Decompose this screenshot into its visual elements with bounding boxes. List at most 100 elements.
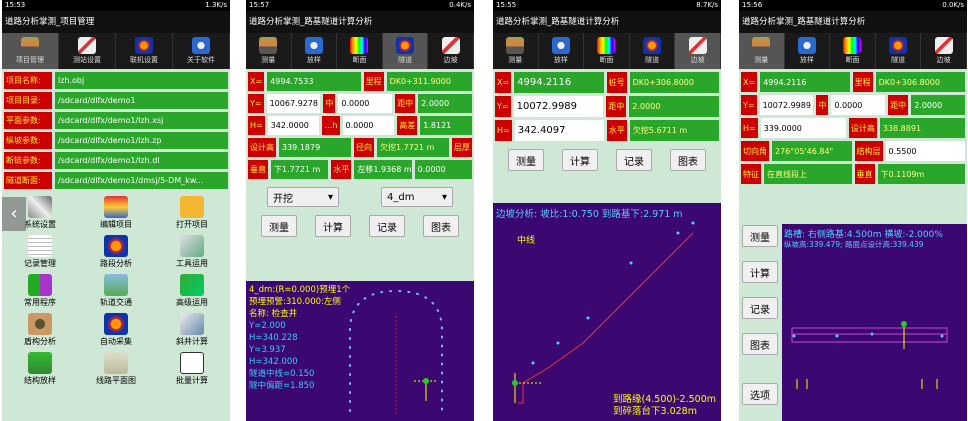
tab-slope[interactable]: 边坡 xyxy=(428,33,474,69)
x-field[interactable]: 4994.2116 xyxy=(760,72,850,92)
tab-tunnel[interactable]: 隧道 xyxy=(876,33,922,69)
tab-section[interactable]: 断面 xyxy=(830,33,876,69)
chain-param-field[interactable]: /sdcard/dlfx/demo1/lzh.dl xyxy=(55,152,228,169)
title-bar: 道路分析掌测_路基隧道计算分析 xyxy=(493,11,721,33)
grid-item[interactable]: 工具运用 xyxy=(154,235,230,269)
y-field[interactable]: 10072.9989 xyxy=(759,95,814,115)
grid-item[interactable]: 自动采集 xyxy=(78,313,154,347)
slope-param-field[interactable]: /sdcard/dlfx/demo1/lzh.zp xyxy=(55,132,228,149)
section-icon xyxy=(350,37,369,54)
title-bar: 道路分析掌测_路基隧道计算分析 xyxy=(246,11,474,33)
horizontal-field[interactable]: 欠挖5.6711 m xyxy=(629,120,719,141)
grid-item[interactable]: 编辑项目 xyxy=(78,196,154,230)
tab-connect[interactable]: 联机设置 xyxy=(116,33,173,69)
tunnel-section-field[interactable]: /sdcard/dlfx/demo1/dmsj/5-DM_kw... xyxy=(55,172,228,189)
vertical-field[interactable]: 下0.1109m xyxy=(877,164,965,184)
dm-select[interactable]: 4_dm ▾ xyxy=(381,187,453,207)
grid-item[interactable]: 记录管理 xyxy=(2,235,78,269)
tangent-field[interactable]: 276°05'46.84" xyxy=(772,141,852,161)
tab-slope[interactable]: 边坡 xyxy=(675,33,721,69)
status-bar: 15:53 1.3K/s xyxy=(2,0,230,11)
tab-about[interactable]: 关于软件 xyxy=(173,33,230,69)
tab-measure[interactable]: 测量 xyxy=(739,33,785,69)
tab-section[interactable]: 断面 xyxy=(337,33,383,69)
record-button[interactable]: 记录 xyxy=(616,149,652,171)
record-button[interactable]: 记录 xyxy=(742,297,778,319)
label: 设计高 xyxy=(848,118,877,138)
design-h-field[interactable]: 339.1879 xyxy=(279,138,351,157)
back-arrow-icon[interactable]: ‹ xyxy=(2,197,26,231)
layer-field[interactable]: 0.5500 xyxy=(885,141,965,161)
tab-station[interactable]: 测站设置 xyxy=(59,33,116,69)
x-field[interactable]: 4994.7533 xyxy=(267,72,361,91)
tab-measure[interactable]: 测量 xyxy=(493,33,539,69)
radial-field[interactable]: 欠挖1.7721 m xyxy=(377,138,449,157)
offset-field[interactable]: 2.0000 xyxy=(629,96,719,117)
label: 项目目录: xyxy=(4,92,52,109)
grid-item[interactable]: 盾构分析 xyxy=(2,313,78,347)
tab-project[interactable]: 项目管理 xyxy=(2,33,59,69)
compute-button[interactable]: 计算 xyxy=(742,261,778,283)
measure-button[interactable]: 测量 xyxy=(261,215,297,237)
h-field[interactable]: 342.0000 xyxy=(267,116,320,135)
compute-button[interactable]: 计算 xyxy=(315,215,351,237)
project-name-field[interactable]: lzh.obj xyxy=(55,72,228,89)
grid-item[interactable]: 批量计算 xyxy=(154,352,230,386)
grid-item[interactable]: 斜井计算 xyxy=(154,313,230,347)
grid-item[interactable]: 结构放样 xyxy=(2,352,78,386)
chainage-field[interactable]: DK0+311.9000 xyxy=(386,72,472,91)
label: 高差 xyxy=(397,116,418,135)
label: 纵坡参数: xyxy=(4,132,52,149)
tab-measure[interactable]: 测量 xyxy=(246,33,292,69)
chart-button[interactable]: 图表 xyxy=(423,215,459,237)
grid-item[interactable]: 打开项目 xyxy=(154,196,230,230)
compute-button[interactable]: 计算 xyxy=(562,149,598,171)
measure-button[interactable]: 测量 xyxy=(742,225,778,247)
dist-field[interactable]: 2.0000 xyxy=(911,95,965,115)
tab-slope[interactable]: 边坡 xyxy=(921,33,967,69)
tab-section[interactable]: 断面 xyxy=(584,33,630,69)
record-button[interactable]: 记录 xyxy=(369,215,405,237)
chart-button[interactable]: 图表 xyxy=(742,333,778,355)
h-field[interactable]: 342.4097 xyxy=(514,120,604,141)
collect-icon xyxy=(104,313,128,335)
horizontal-field[interactable]: 左移1.9368 m xyxy=(354,160,412,179)
h-field[interactable]: 339.0000 xyxy=(760,118,846,138)
chart-button[interactable]: 图表 xyxy=(670,149,706,171)
label: 项目名称: xyxy=(4,72,52,89)
offset-field[interactable]: 0.0000 xyxy=(831,95,886,115)
y-field[interactable]: 10072.9989 xyxy=(513,96,604,117)
vertical-field[interactable]: 下1.7721 m xyxy=(271,160,329,179)
dist-field[interactable]: 2.0000 xyxy=(418,94,472,113)
feature-field[interactable]: 在直线段上 xyxy=(764,164,852,184)
station-field[interactable]: DK0+306.8000 xyxy=(629,72,719,93)
dh-field[interactable]: 0.0000 xyxy=(342,116,395,135)
project-icon xyxy=(21,37,39,54)
x-field[interactable]: 4994.2116 xyxy=(514,72,604,93)
grid-item[interactable]: 常用程序 xyxy=(2,274,78,308)
height-diff-field[interactable]: 1.8121 xyxy=(420,116,472,135)
dig-select[interactable]: 开挖 ▾ xyxy=(267,187,339,207)
offset-field[interactable]: 0.0000 xyxy=(338,94,393,113)
options-button[interactable]: 选项 xyxy=(742,383,778,405)
satellite-icon xyxy=(180,235,204,257)
measure-button[interactable]: 测量 xyxy=(508,149,544,171)
tunnel-icon xyxy=(889,37,908,54)
tab-stakeout[interactable]: 放样 xyxy=(539,33,585,69)
project-dir-field[interactable]: /sdcard/dlfx/demo1 xyxy=(55,92,228,109)
tab-stakeout[interactable]: 放样 xyxy=(292,33,338,69)
grid-item[interactable]: 高级运用 xyxy=(154,274,230,308)
extra-field[interactable]: 0.0000 xyxy=(414,160,472,179)
y-field[interactable]: 10067.9278 xyxy=(266,94,321,113)
grid-item[interactable]: 路段分析 xyxy=(78,235,154,269)
grid-item[interactable]: 线路平面图 xyxy=(78,352,154,386)
design-h-field[interactable]: 338.8891 xyxy=(879,118,965,138)
tab-tunnel[interactable]: 隧道 xyxy=(382,33,429,69)
label: 水平 xyxy=(331,160,352,179)
grid-item[interactable]: 轨道交通 xyxy=(78,274,154,308)
plane-param-field[interactable]: /sdcard/dlfx/demo1/lzh.xsj xyxy=(55,112,228,129)
chainage-field[interactable]: DK0+306.8000 xyxy=(875,72,965,92)
label: 中 xyxy=(323,94,336,113)
tab-tunnel[interactable]: 隧道 xyxy=(630,33,676,69)
tab-stakeout[interactable]: 放样 xyxy=(785,33,831,69)
